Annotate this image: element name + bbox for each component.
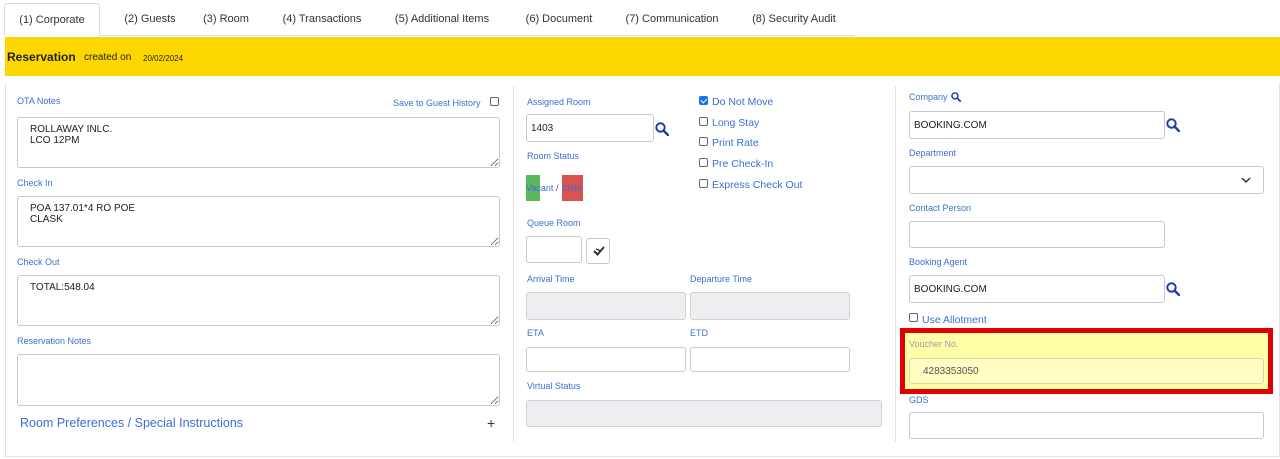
arrival-time-input[interactable]: [526, 292, 686, 320]
etd-label: ETD: [690, 328, 708, 338]
contact-person-input[interactable]: [909, 221, 1165, 248]
pre-check-in-checkbox[interactable]: [699, 158, 708, 167]
company-search-icon[interactable]: [1166, 118, 1180, 132]
created-date: 20/02/2024: [143, 54, 184, 63]
chevron-down-icon: [1241, 177, 1251, 184]
eta-input[interactable]: [526, 347, 686, 372]
voucher-label: Voucher No.: [909, 339, 959, 349]
save-history-checkbox[interactable]: [490, 97, 499, 106]
use-allotment-checkbox[interactable]: [909, 313, 918, 322]
save-history-label: Save to Guest History: [393, 98, 481, 108]
check-out-label: Check Out: [17, 257, 60, 267]
virtual-status-input[interactable]: [526, 400, 882, 427]
room-preferences-toggle[interactable]: Room Preferences / Special Instructions: [20, 416, 243, 430]
tab-document[interactable]: (6) Document: [516, 3, 602, 36]
booking-agent-search-icon[interactable]: [1166, 282, 1180, 296]
checkmark-icon: [593, 246, 605, 256]
check-out-textarea[interactable]: TOTAL:548.04: [17, 275, 500, 326]
print-rate-checkbox[interactable]: [699, 137, 708, 146]
contact-person-label: Contact Person: [909, 203, 972, 213]
tab-bar: (1) Corporate (2) Guests (3) Room (4) Tr…: [4, 3, 854, 37]
vacant-status-text[interactable]: Vacant: [526, 183, 553, 193]
check-in-label: Check In: [17, 178, 53, 188]
etd-input[interactable]: [690, 347, 850, 372]
departure-time-label: Departure Time: [690, 274, 753, 284]
arrival-time-label: Arrival Time: [527, 274, 575, 284]
long-stay-label: Long Stay: [712, 117, 760, 129]
company-input[interactable]: BOOKING.COM: [909, 111, 1165, 139]
queue-room-input[interactable]: [526, 236, 582, 263]
tab-guests[interactable]: (2) Guests: [110, 3, 190, 36]
room-search-icon[interactable]: [655, 122, 669, 136]
use-allotment-label: Use Allotment: [922, 314, 987, 326]
tab-room[interactable]: (3) Room: [194, 3, 258, 36]
ota-notes-label: OTA Notes: [17, 96, 61, 106]
reservation-notes-label: Reservation Notes: [17, 336, 92, 346]
departure-time-input[interactable]: [690, 292, 850, 320]
assigned-room-label: Assigned Room: [527, 97, 591, 107]
ota-notes-textarea[interactable]: ROLLAWAY INLC. LCO 12PM: [17, 117, 500, 168]
tab-additional-items[interactable]: (5) Additional Items: [384, 3, 500, 36]
tab-communication[interactable]: (7) Communication: [616, 3, 728, 36]
booking-agent-input[interactable]: BOOKING.COM: [909, 275, 1165, 303]
virtual-status-label: Virtual Status: [527, 381, 581, 391]
company-label-search-icon[interactable]: [951, 92, 961, 102]
column-divider: [895, 86, 896, 442]
expand-plus-icon[interactable]: +: [487, 415, 495, 431]
created-label: created on: [84, 52, 132, 63]
room-status-label: Room Status: [527, 151, 580, 161]
check-in-textarea[interactable]: POA 137.01*4 RO POE CLASK: [17, 196, 500, 247]
long-stay-checkbox[interactable]: [699, 117, 708, 126]
express-check-out-label: Express Check Out: [712, 179, 803, 191]
tab-security-audit[interactable]: (8) Security Audit: [740, 3, 848, 36]
assigned-room-input[interactable]: 1403: [526, 114, 654, 142]
print-rate-label: Print Rate: [712, 137, 759, 149]
queue-room-button[interactable]: [586, 238, 610, 264]
reservation-header: Reservation created on 20/02/2024: [5, 37, 1280, 76]
column-divider: [513, 86, 514, 442]
voucher-input[interactable]: 4283353050: [909, 358, 1264, 384]
department-select[interactable]: [909, 166, 1264, 194]
do-not-move-label: Do Not Move: [712, 96, 774, 108]
queue-room-label: Queue Room: [527, 218, 581, 228]
reservation-title: Reservation: [7, 50, 76, 64]
department-label: Department: [909, 148, 957, 158]
gds-input[interactable]: [909, 412, 1264, 439]
dirty-status-text[interactable]: Dirty: [563, 183, 582, 193]
reservation-notes-textarea[interactable]: [17, 354, 500, 406]
pre-check-in-label: Pre Check-In: [712, 158, 774, 170]
status-separator: /: [556, 183, 559, 193]
company-label: Company: [909, 92, 948, 102]
gds-label: GDS: [909, 395, 929, 405]
express-check-out-checkbox[interactable]: [699, 179, 708, 188]
eta-label: ETA: [527, 328, 544, 338]
do-not-move-checkbox[interactable]: [699, 96, 708, 105]
booking-agent-label: Booking Agent: [909, 257, 968, 267]
tab-transactions[interactable]: (4) Transactions: [272, 3, 372, 36]
tab-corporate[interactable]: (1) Corporate: [4, 3, 100, 37]
